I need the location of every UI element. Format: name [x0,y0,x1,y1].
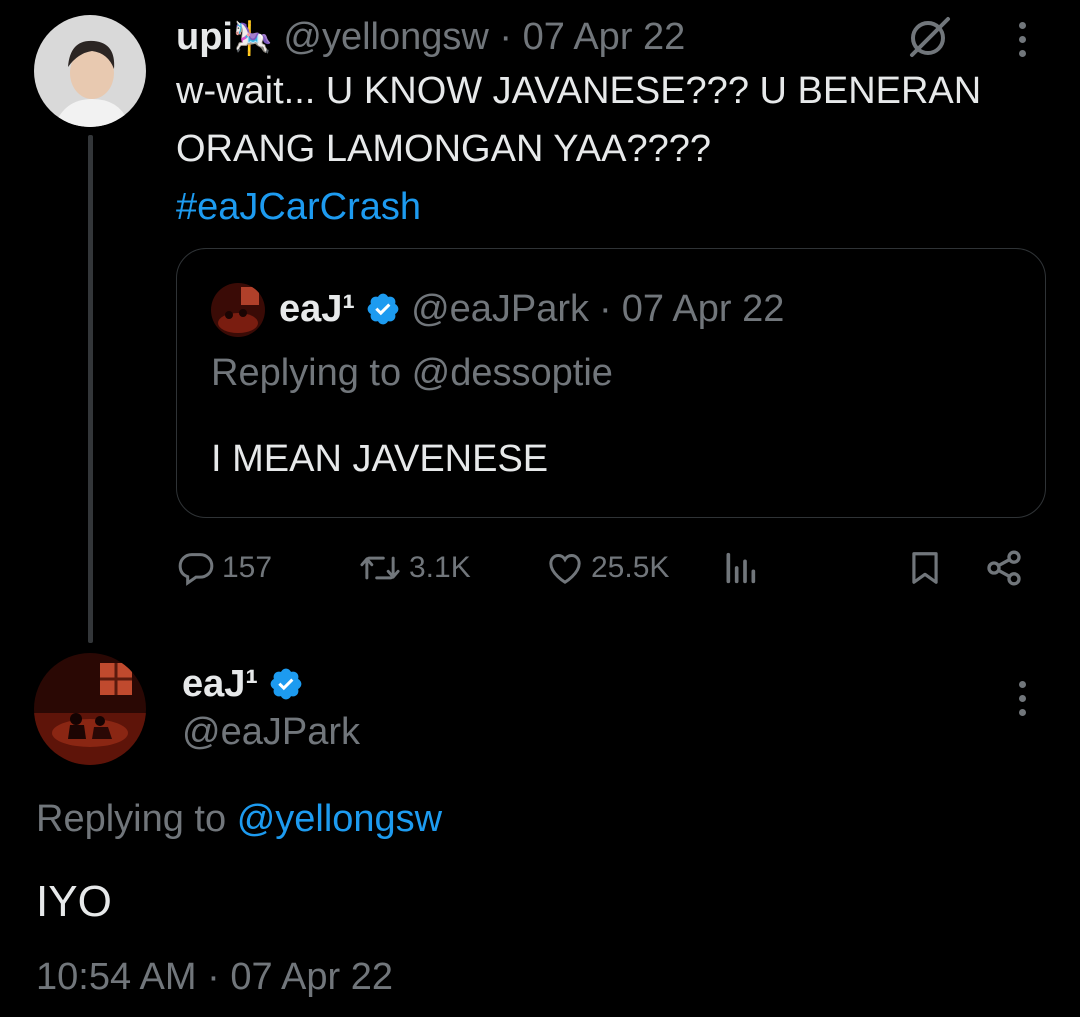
tweet1-header: upi🎠 @yellongsw · 07 Apr 22 [176,12,685,63]
quote-text: I MEAN JAVENESE [211,438,549,480]
retweet-count: 3.1K [409,551,471,584]
bookmark-button[interactable] [906,548,944,588]
replying-to-handle[interactable]: @yellongsw [237,798,442,840]
tweet2-timestamp[interactable]: 10:54 AM · 07 Apr 22 [36,952,393,1002]
share-button[interactable] [984,548,1024,588]
reply-count: 157 [222,551,273,584]
more-icon[interactable] [1019,22,1026,57]
tweet2-name-row: eaJ¹ [182,660,304,708]
quote-date[interactable]: 07 Apr 22 [622,285,785,333]
like-count: 25.5K [591,551,670,584]
tweet2-handle[interactable]: @eaJPark [182,708,360,756]
grok-icon[interactable] [906,14,954,60]
quote-replying-to[interactable]: Replying to @dessoptie [211,349,613,397]
bookmark-icon [906,548,944,588]
avatar-eaj[interactable] [34,653,146,765]
tweet1-handle[interactable]: @yellongsw [283,16,488,58]
avatar-eaj-small[interactable] [211,283,265,337]
tweet2-replying-to: Replying to @yellongsw [36,794,442,844]
tweet2-display-name[interactable]: eaJ¹ [182,660,258,708]
quote-separator: · [599,288,612,330]
retweet-icon [357,548,403,588]
tweet1-display-name[interactable]: upi [176,16,233,58]
verified-badge-icon [365,291,401,327]
replying-to-label: Replying to [36,798,227,840]
like-button[interactable]: 25.5K [545,548,669,588]
views-button[interactable] [722,548,758,588]
reply-button[interactable]: 157 [176,548,272,588]
tweet1-date[interactable]: 07 Apr 22 [523,16,686,58]
more-icon[interactable] [1019,681,1026,716]
tweet1-separator: · [499,16,513,58]
reply-icon [176,548,216,588]
retweet-button[interactable]: 3.1K [357,548,471,588]
views-icon [722,548,758,588]
quote-header: eaJ¹ @eaJPark · 07 Apr 22 [279,285,784,333]
verified-badge-icon [268,666,304,702]
avatar-upi[interactable] [34,15,146,127]
share-icon [984,548,1024,588]
like-icon [545,548,585,588]
thread-connector-line [88,135,93,643]
tweet2-text: IYO [36,877,112,926]
tweet1-hashtag[interactable]: #eaJCarCrash [176,178,1056,236]
quote-display-name[interactable]: eaJ¹ [279,285,355,333]
quoted-tweet-card[interactable]: eaJ¹ @eaJPark · 07 Apr 22 Replying to @d… [176,248,1046,518]
tweet1-text-line2: ORANG LAMONGAN YAA???? [176,128,712,170]
carousel-horse-icon: 🎠 [232,20,273,56]
tweet1-text-line1: w-wait... U KNOW JAVANESE??? U BENERAN [176,70,982,112]
quote-handle[interactable]: @eaJPark [411,285,589,333]
tweet1-text: w-wait... U KNOW JAVANESE??? U BENERAN O… [176,62,1056,236]
